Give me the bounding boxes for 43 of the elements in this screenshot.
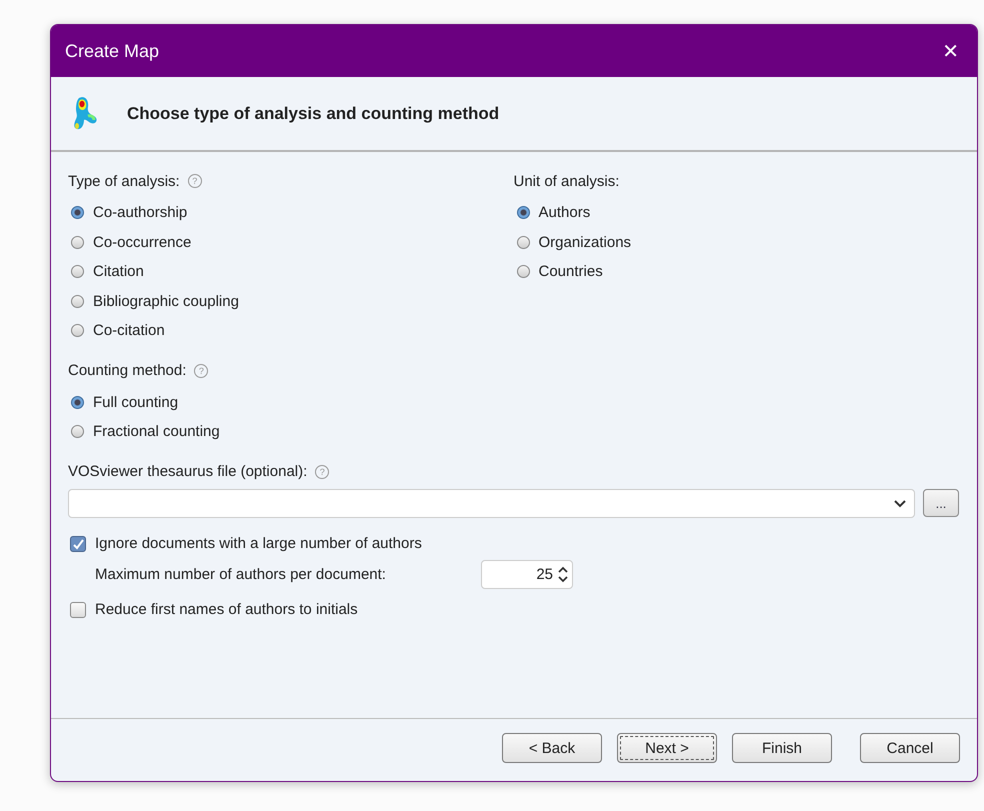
browse-button[interactable]: ... (923, 489, 959, 517)
radio-label: Organizations (538, 234, 632, 251)
radio-button[interactable] (71, 206, 84, 220)
window-title: Create Map (65, 40, 160, 62)
group-label: Unit of analysis: (514, 172, 620, 190)
radio-button[interactable] (516, 265, 530, 278)
radio-label: Full counting (93, 394, 178, 411)
header-title: Choose type of analysis and counting method (127, 104, 500, 124)
checkbox-label: Ignore documents with a large number of authors (95, 535, 422, 552)
chevron-down-icon (893, 498, 907, 508)
dialog-button[interactable]: < Back (502, 733, 602, 763)
dialog-button[interactable]: Cancel (860, 733, 960, 763)
radio-button[interactable] (71, 294, 84, 308)
radio-button[interactable] (71, 324, 84, 338)
radio-label: Co-occurrence (93, 234, 192, 251)
field-label: VOSviewer thesaurus file (optional): (68, 463, 308, 480)
radio-label: Countries (538, 263, 603, 280)
up-down-arrows-icon (557, 566, 569, 583)
field-label: Maximum number of authors per document: (95, 566, 387, 583)
checkbox[interactable] (70, 536, 86, 552)
dialog-button[interactable]: Next > (617, 733, 717, 763)
radio-button[interactable] (516, 236, 530, 249)
radio-button[interactable] (516, 206, 530, 220)
close-button[interactable]: ✕ (932, 35, 969, 67)
radio-label: Co-citation (93, 322, 165, 340)
dialog-button[interactable]: Finish (732, 733, 832, 763)
spinner-value: 25 (536, 566, 553, 583)
checkbox[interactable] (70, 602, 86, 618)
radio-label: Citation (93, 263, 144, 280)
radio-button[interactable] (71, 236, 84, 249)
radio-label: Co-authorship (93, 204, 188, 222)
file-dropdown[interactable] (68, 488, 915, 518)
radio-button[interactable] (71, 425, 84, 438)
radio-label: Bibliographic coupling (93, 292, 239, 310)
group-label: Counting method: (68, 362, 186, 379)
checkmark-icon (72, 538, 84, 550)
radio-button[interactable] (71, 265, 84, 278)
radio-label: Authors (538, 204, 590, 222)
number-spinner[interactable]: 25 (481, 560, 573, 589)
radio-button[interactable] (71, 396, 84, 409)
checkbox-label: Reduce first names of authors to initials (95, 601, 358, 618)
group-label: Type of analysis: (68, 172, 180, 190)
radio-label: Fractional counting (93, 423, 220, 440)
